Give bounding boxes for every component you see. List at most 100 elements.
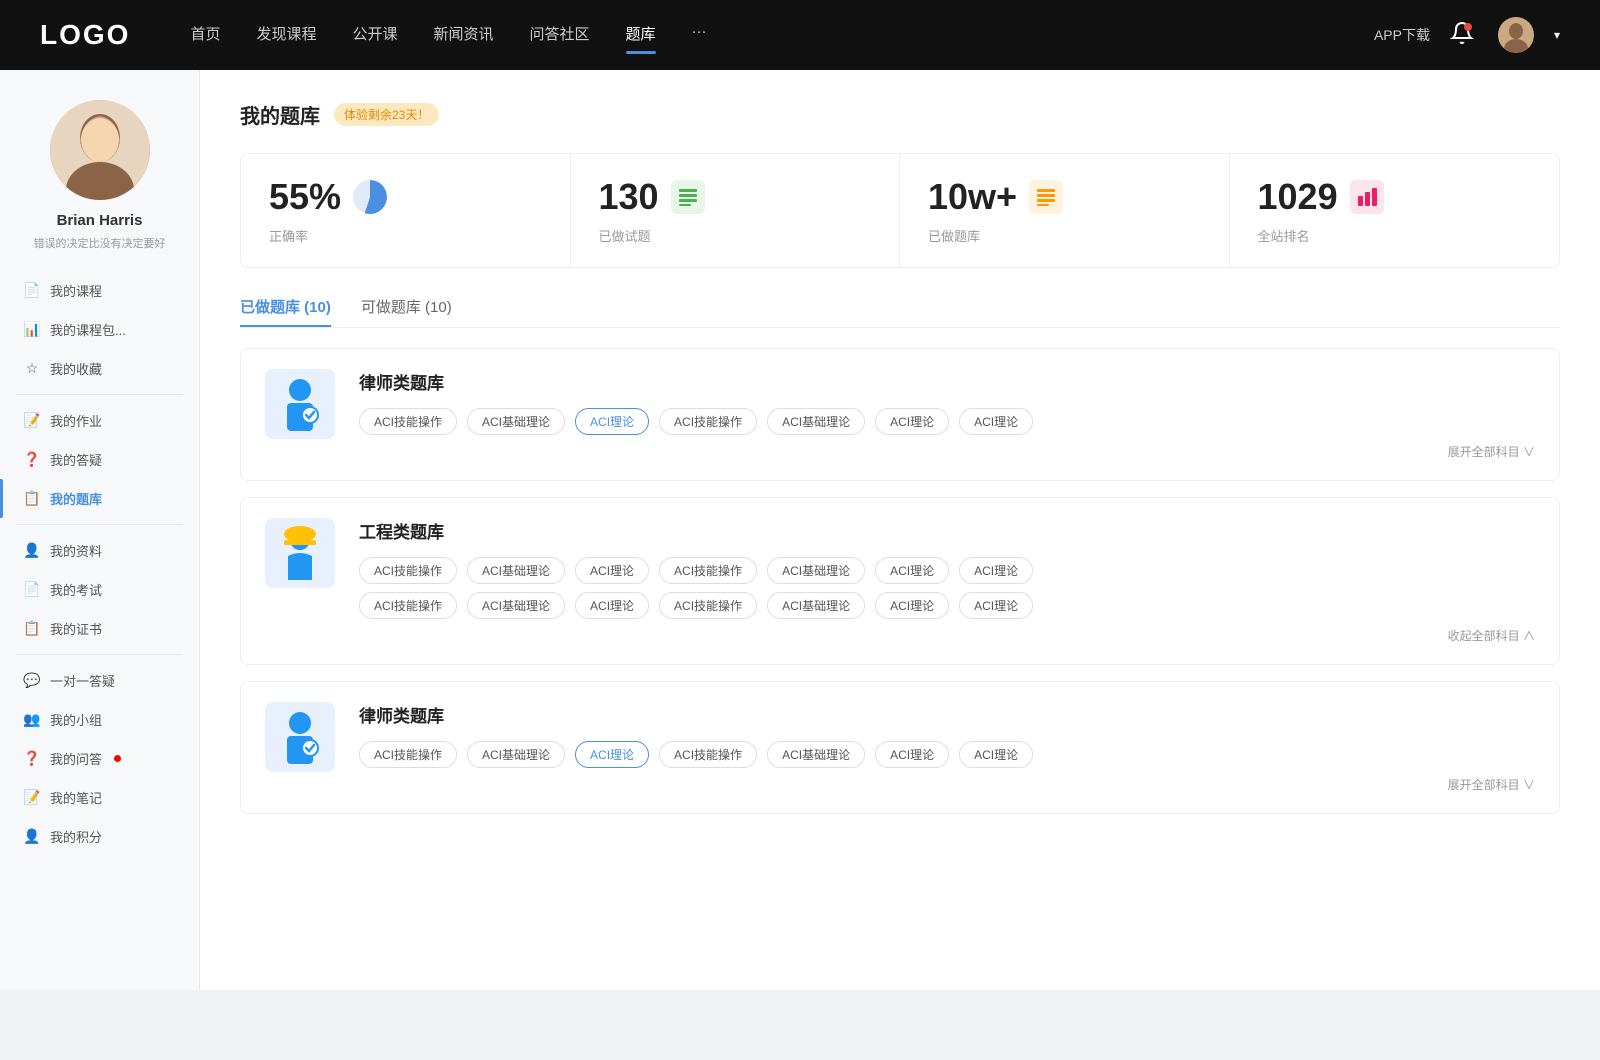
tag[interactable]: ACI技能操作 [359, 408, 457, 435]
courses-icon: 📄 [24, 283, 40, 299]
sidebar-item-question-bank-label: 我的题库 [50, 489, 102, 508]
tag-active[interactable]: ACI理论 [575, 741, 649, 768]
tag[interactable]: ACI技能操作 [359, 741, 457, 768]
sidebar-item-notes[interactable]: 📝 我的笔记 [0, 778, 199, 817]
nav-qa[interactable]: 问答社区 [530, 23, 590, 48]
certificates-icon: 📋 [24, 621, 40, 637]
notification-bell-icon[interactable] [1450, 21, 1478, 49]
tag[interactable]: ACI技能操作 [359, 592, 457, 619]
tag[interactable]: ACI基础理论 [467, 592, 565, 619]
tag[interactable]: ACI技能操作 [659, 592, 757, 619]
questions-icon: ❓ [24, 452, 40, 468]
tag[interactable]: ACI基础理论 [467, 557, 565, 584]
sidebar-item-my-qa-label: 我的问答 [50, 749, 102, 768]
sidebar-item-favorites[interactable]: ☆ 我的收藏 [0, 349, 199, 388]
tag[interactable]: ACI理论 [875, 592, 949, 619]
sidebar: Brian Harris 错误的决定比没有决定要好 📄 我的课程 📊 我的课程包… [0, 70, 200, 990]
sidebar-item-group[interactable]: 👥 我的小组 [0, 700, 199, 739]
sidebar-item-homework[interactable]: 📝 我的作业 [0, 401, 199, 440]
tag[interactable]: ACI理论 [959, 592, 1033, 619]
tag[interactable]: ACI基础理论 [767, 557, 865, 584]
avatar [50, 100, 150, 200]
user-avatar[interactable] [1498, 17, 1534, 53]
nav-more[interactable]: ··· [692, 23, 707, 48]
group-icon: 👥 [24, 712, 40, 728]
sidebar-item-one-on-one[interactable]: 💬 一对一答疑 [0, 661, 199, 700]
tag[interactable]: ACI理论 [959, 408, 1033, 435]
tag[interactable]: ACI基础理论 [767, 592, 865, 619]
sidebar-item-group-label: 我的小组 [50, 710, 102, 729]
tag[interactable]: ACI技能操作 [359, 557, 457, 584]
category-title-lawyer1: 律师类题库 [359, 369, 1535, 394]
main-content: 我的题库 体验剩余23天！ 55% 正确率 130 [200, 70, 1600, 990]
tag[interactable]: ACI基础理论 [767, 741, 865, 768]
navbar: LOGO 首页 发现课程 公开课 新闻资讯 问答社区 题库 ··· APP下载 … [0, 0, 1600, 70]
tag[interactable]: ACI基础理论 [467, 741, 565, 768]
nav-question-bank[interactable]: 题库 [626, 23, 656, 48]
stat-accuracy: 55% 正确率 [241, 154, 571, 267]
nav-news[interactable]: 新闻资讯 [434, 23, 494, 48]
stat-ranking-top: 1029 [1258, 176, 1532, 218]
sidebar-item-favorites-label: 我的收藏 [50, 359, 102, 378]
tag[interactable]: ACI理论 [875, 557, 949, 584]
expand-link-lawyer1[interactable]: 展开全部科目 ∨ [359, 443, 1535, 460]
tag[interactable]: ACI理论 [575, 592, 649, 619]
tag[interactable]: ACI基础理论 [767, 408, 865, 435]
tag[interactable]: ACI理论 [959, 557, 1033, 584]
sidebar-item-exams-label: 我的考试 [50, 580, 102, 599]
stat-done-banks-value: 10w+ [928, 176, 1017, 218]
tag-active[interactable]: ACI理论 [575, 408, 649, 435]
sidebar-item-my-qa[interactable]: ❓ 我的问答 [0, 739, 199, 778]
stat-done-questions-value: 130 [599, 176, 659, 218]
stat-accuracy-label: 正确率 [269, 226, 542, 245]
tags-row-engineering-1: ACI技能操作 ACI基础理论 ACI理论 ACI技能操作 ACI基础理论 AC… [359, 557, 1535, 584]
tags-row-lawyer2: ACI技能操作 ACI基础理论 ACI理论 ACI技能操作 ACI基础理论 AC… [359, 741, 1535, 768]
tag[interactable]: ACI理论 [959, 741, 1033, 768]
notes-icon: 📝 [24, 790, 40, 806]
nav-home[interactable]: 首页 [190, 23, 220, 48]
sidebar-item-points[interactable]: 👤 我的积分 [0, 817, 199, 856]
course-pack-icon: 📊 [24, 322, 40, 338]
nav-discover[interactable]: 发现课程 [256, 23, 316, 48]
sidebar-item-exams[interactable]: 📄 我的考试 [0, 570, 199, 609]
homework-icon: 📝 [24, 413, 40, 429]
collapse-link-engineering[interactable]: 收起全部科目 ∧ [359, 627, 1535, 644]
tag[interactable]: ACI基础理论 [467, 408, 565, 435]
tag[interactable]: ACI理论 [875, 741, 949, 768]
tag[interactable]: ACI理论 [575, 557, 649, 584]
sidebar-item-points-label: 我的积分 [50, 827, 102, 846]
sidebar-item-certificates-label: 我的证书 [50, 619, 102, 638]
page-header: 我的题库 体验剩余23天！ [240, 100, 1560, 129]
sidebar-menu: 📄 我的课程 📊 我的课程包... ☆ 我的收藏 📝 我的作业 ❓ 我的答疑 � [0, 271, 199, 856]
trial-badge: 体验剩余23天！ [334, 103, 439, 126]
chevron-down-icon[interactable]: ▾ [1554, 28, 1560, 42]
tag[interactable]: ACI技能操作 [659, 408, 757, 435]
sidebar-item-questions[interactable]: ❓ 我的答疑 [0, 440, 199, 479]
nav-open-course[interactable]: 公开课 [352, 23, 397, 48]
tag[interactable]: ACI理论 [875, 408, 949, 435]
tab-available[interactable]: 可做题库 (10) [361, 296, 452, 327]
sidebar-item-profile[interactable]: 👤 我的资料 [0, 531, 199, 570]
sidebar-motto: 错误的决定比没有决定要好 [18, 235, 182, 251]
sidebar-item-questions-label: 我的答疑 [50, 450, 102, 469]
pie-chart-icon [353, 180, 387, 214]
navbar-right: APP下载 ▾ [1374, 17, 1560, 53]
expand-link-lawyer2[interactable]: 展开全部科目 ∨ [359, 776, 1535, 793]
stat-done-banks-top: 10w+ [928, 176, 1201, 218]
divider-1 [16, 394, 183, 395]
sidebar-item-courses-label: 我的课程 [50, 281, 102, 300]
question-bank-icon: 📋 [24, 491, 40, 507]
layout: Brian Harris 错误的决定比没有决定要好 📄 我的课程 📊 我的课程包… [0, 70, 1600, 990]
profile-icon: 👤 [24, 543, 40, 559]
sidebar-item-course-pack[interactable]: 📊 我的课程包... [0, 310, 199, 349]
tag[interactable]: ACI技能操作 [659, 557, 757, 584]
lawyer-icon [265, 369, 335, 439]
tab-done[interactable]: 已做题库 (10) [240, 296, 331, 327]
sidebar-item-courses[interactable]: 📄 我的课程 [0, 271, 199, 310]
sidebar-item-certificates[interactable]: 📋 我的证书 [0, 609, 199, 648]
tag[interactable]: ACI技能操作 [659, 741, 757, 768]
category-content-lawyer2: 律师类题库 ACI技能操作 ACI基础理论 ACI理论 ACI技能操作 ACI基… [359, 702, 1535, 793]
stat-ranking: 1029 全站排名 [1230, 154, 1560, 267]
app-download-button[interactable]: APP下载 [1374, 25, 1430, 45]
sidebar-item-question-bank[interactable]: 📋 我的题库 [0, 479, 199, 518]
